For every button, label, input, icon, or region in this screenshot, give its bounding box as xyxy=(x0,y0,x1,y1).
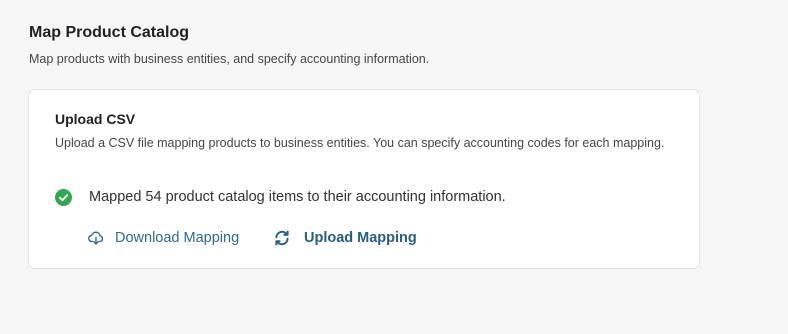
page-subtitle: Map products with business entities, and… xyxy=(29,52,430,66)
check-circle-icon xyxy=(55,188,72,206)
upload-csv-card: Upload CSV Upload a CSV file mapping pro… xyxy=(28,89,700,269)
card-description: Upload a CSV file mapping products to bu… xyxy=(55,136,665,150)
status-text: Mapped 54 product catalog items to their… xyxy=(89,189,506,205)
refresh-icon xyxy=(273,229,291,247)
download-mapping-link[interactable]: Download Mapping xyxy=(88,227,239,249)
card-title: Upload CSV xyxy=(55,111,136,127)
status-message: Mapped 54 product catalog items to their… xyxy=(55,187,506,207)
cloud-download-icon xyxy=(88,230,104,246)
upload-mapping-button[interactable]: Upload Mapping xyxy=(273,227,417,249)
upload-mapping-label: Upload Mapping xyxy=(304,230,417,246)
download-mapping-label: Download Mapping xyxy=(115,230,240,246)
page-title: Map Product Catalog xyxy=(29,24,190,41)
